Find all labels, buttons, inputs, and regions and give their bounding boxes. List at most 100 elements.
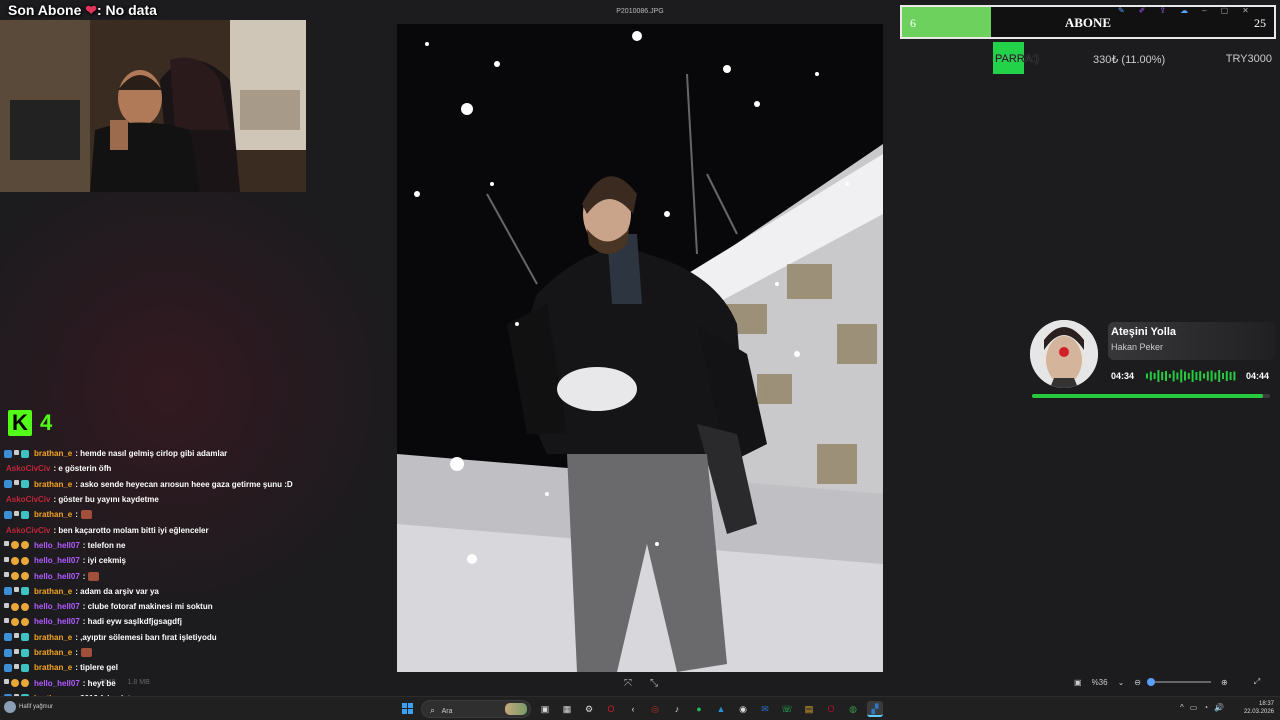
now-playing-widget: Ateşini Yolla Hakan Peker 04:34 04:44 — [1030, 320, 1275, 402]
settings-icon[interactable]: ⚙ — [581, 701, 597, 717]
search-icon: ⌕ — [430, 705, 436, 715]
zoom-level[interactable]: %36 — [1092, 678, 1108, 687]
whatsapp-icon[interactable]: ☏ — [779, 701, 795, 717]
mail-icon[interactable]: ✉ — [757, 701, 773, 717]
chat-username[interactable]: AskoCivCiv — [6, 526, 50, 535]
taskbar-apps: ▣ ▦ ⚙ O ‹ ◎ ♪ ● ▲ ◉ ✉ ☏ ▤ O ◍ ▞ — [537, 701, 883, 717]
small-badge-icon — [4, 602, 9, 608]
files-icon[interactable]: ▤ — [801, 701, 817, 717]
cloud-icon[interactable]: ☁ — [1180, 6, 1188, 15]
chat-username[interactable]: hello_hell07 — [34, 617, 80, 626]
user-badges — [4, 648, 29, 657]
calendar-icon[interactable]: ▦ — [559, 701, 575, 717]
image-viewer-icon[interactable]: ▞ — [867, 701, 883, 717]
equalizer-bar — [1149, 371, 1152, 381]
album-cover — [1030, 320, 1098, 388]
chrome-icon[interactable]: ◍ — [845, 701, 861, 717]
opera-gx-icon[interactable]: O — [823, 701, 839, 717]
chat-username[interactable]: hello_hell07 — [34, 572, 80, 581]
gold-badge-icon — [21, 602, 29, 611]
small-badge-icon — [14, 510, 19, 516]
chat-username[interactable]: hello_hell07 — [34, 541, 80, 550]
teal-badge-icon — [21, 449, 29, 458]
blue-badge-icon — [4, 510, 12, 519]
kick-logo-icon: K — [8, 410, 32, 436]
chat-username[interactable]: brathan_e — [34, 663, 72, 672]
teal-badge-icon — [21, 480, 29, 489]
small-badge-icon — [4, 556, 9, 562]
task-view-icon[interactable]: ▣ — [537, 701, 553, 717]
chat-message: hello_hell07: heyt be — [4, 675, 394, 690]
equalizer-bar — [1218, 370, 1221, 382]
chat-username[interactable]: brathan_e — [34, 648, 72, 657]
equalizer-visualizer — [1146, 369, 1236, 383]
fullscreen-icon[interactable]: ⤢ — [1254, 677, 1260, 687]
equalizer-bar — [1184, 371, 1186, 381]
photo-display[interactable] — [397, 24, 883, 672]
user-badges — [4, 541, 29, 550]
chat-message: brathan_e: — [4, 507, 394, 522]
edit-icon[interactable]: ✎ — [1118, 6, 1125, 15]
show-hidden-icons-icon[interactable]: ^ — [1180, 703, 1184, 712]
taskbar-clock[interactable]: 18:37 22.03.2026 — [1244, 700, 1274, 716]
opera-icon[interactable]: O — [603, 701, 619, 717]
clock-date: 22.03.2026 — [1243, 709, 1274, 715]
small-badge-icon — [14, 480, 19, 486]
chat-username[interactable]: AskoCivCiv — [6, 495, 50, 504]
equalizer-bar — [1161, 372, 1164, 380]
gold-badge-icon — [21, 679, 29, 688]
chat-username[interactable]: brathan_e — [34, 510, 72, 519]
zoom-slider[interactable] — [1146, 678, 1211, 686]
start-button[interactable] — [402, 703, 414, 715]
cloud-rain-icon — [4, 701, 16, 713]
fit-to-window-icon[interactable]: ⤧ — [622, 678, 634, 690]
zoom-out-icon[interactable]: ⊖ — [1134, 678, 1141, 687]
chat-username[interactable]: brathan_e — [34, 449, 72, 458]
chat-panel: brathan_e: hemde nasıl gelmiş cirlop gib… — [4, 446, 394, 720]
zoom-slider-thumb[interactable] — [1146, 678, 1155, 686]
chat-username[interactable]: brathan_e — [34, 480, 72, 489]
gold-badge-icon — [21, 572, 29, 581]
chat-username[interactable]: hello_hell07 — [34, 602, 80, 611]
target-icon[interactable]: ◎ — [647, 701, 663, 717]
view-mode-icon[interactable]: ▣ — [1074, 678, 1082, 687]
network-icon[interactable]: ◔ — [1203, 703, 1208, 712]
steam-icon[interactable]: ◉ — [735, 701, 751, 717]
chat-username[interactable]: brathan_e — [34, 587, 72, 596]
battery-icon[interactable]: ▭ — [1190, 703, 1198, 712]
small-badge-icon — [4, 572, 9, 578]
taskbar-search[interactable]: ⌕ Ara — [421, 700, 531, 718]
chat-username[interactable]: hello_hell07 — [34, 556, 80, 565]
image-filename: P2010086.JPG — [616, 8, 664, 15]
chat-message: AskoCivCiv: e gösterin öfh — [4, 461, 394, 476]
subscriber-goal-label: ABONE — [1064, 15, 1112, 30]
chat-text: : ,ayıptır sölemesi barı fırat işletiyod… — [75, 632, 217, 642]
volume-icon[interactable]: 🔊 — [1214, 703, 1224, 712]
spotify-icon[interactable]: ● — [691, 701, 707, 717]
tiktok-icon[interactable]: ♪ — [669, 701, 685, 717]
minimize-icon[interactable]: – — [1202, 6, 1206, 15]
close-icon[interactable]: ✕ — [1242, 6, 1249, 15]
donation-goal-bar: PARRA:) 330₺ (11.00%) TRY3000 — [993, 42, 1276, 74]
chat-text: : hemde nasıl gelmiş cirlop gibi adamlar — [75, 449, 228, 459]
window-controls: ✎ ✐ ⇪ ☁ – ▢ ✕ — [1118, 6, 1249, 15]
draw-icon[interactable]: ✐ — [1139, 6, 1146, 15]
actual-size-icon[interactable]: ⤡ — [648, 678, 660, 690]
donation-goal-label: PARRA:) — [995, 53, 1039, 65]
chat-message: brathan_e: tiplere gel — [4, 660, 394, 675]
chat-text: : hadi eyw saşlkdfjgsagdfj — [82, 617, 182, 627]
teal-badge-icon — [21, 510, 29, 519]
share-icon[interactable]: ⇪ — [1159, 6, 1166, 15]
maximize-icon[interactable]: ▢ — [1221, 6, 1229, 15]
chat-username[interactable]: brathan_e — [34, 633, 72, 642]
chat-username[interactable]: AskoCivCiv — [6, 464, 50, 473]
equalizer-bar — [1229, 372, 1232, 380]
chat-username[interactable]: hello_hell07 — [34, 679, 80, 688]
emote-icon — [80, 648, 92, 657]
zoom-in-icon[interactable]: ⊕ — [1221, 678, 1228, 687]
photos-icon[interactable]: ▲ — [713, 701, 729, 717]
chevron-down-icon[interactable]: ⌄ — [1118, 678, 1125, 687]
chat-text: : tiplere gel — [75, 663, 118, 673]
back-icon[interactable]: ‹ — [625, 701, 641, 717]
weather-widget[interactable]: Hafif yağmur — [4, 701, 53, 713]
